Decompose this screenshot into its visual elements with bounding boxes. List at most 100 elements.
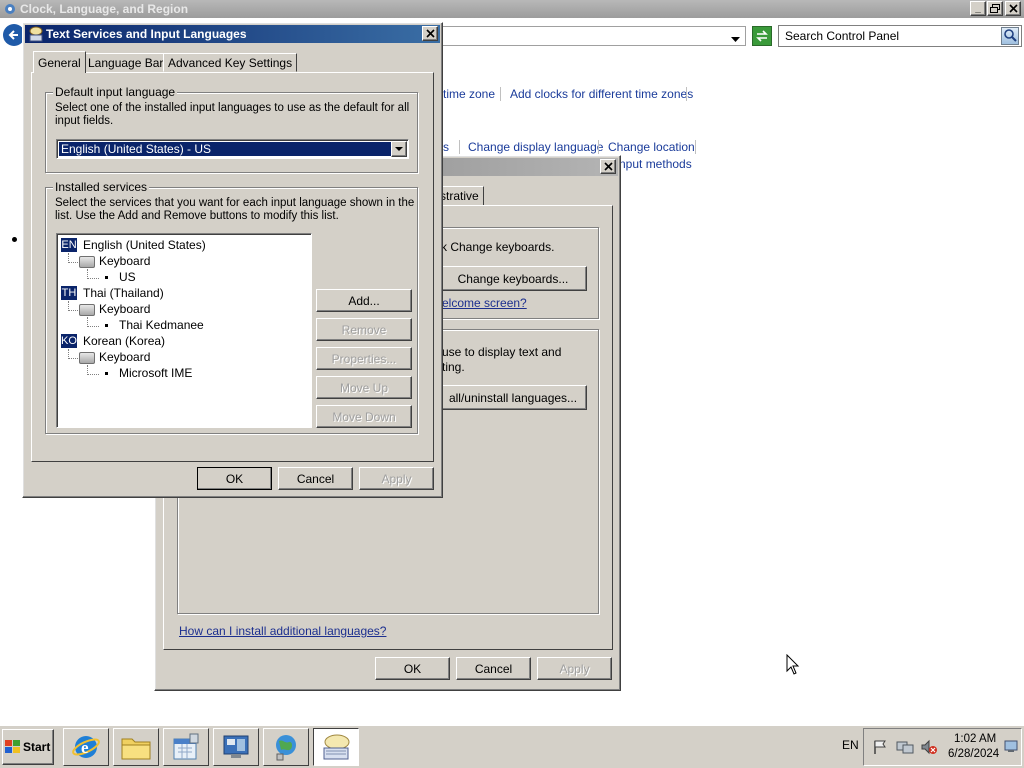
restore-button[interactable] — [987, 1, 1003, 16]
keyboard-language-icon — [323, 734, 350, 760]
ts-dialog-title: Text Services and Input Languages — [46, 27, 247, 41]
install-languages-button[interactable]: all/uninstall languages... — [439, 385, 587, 410]
add-clocks-link[interactable]: Add clocks for different time zones — [510, 87, 693, 101]
tab-advanced-key-settings[interactable]: Advanced Key Settings — [163, 53, 298, 72]
default-language-select[interactable]: English (United States) - US — [56, 139, 409, 159]
installed-services-tree[interactable]: EN English (United States) Keyboard US T… — [56, 233, 312, 428]
network-icon[interactable] — [896, 739, 914, 758]
tree-line — [68, 262, 78, 263]
search-box[interactable]: Search Control Panel — [778, 25, 1022, 47]
region-cancel-button[interactable]: Cancel — [456, 657, 531, 680]
keyboard-icon — [79, 352, 95, 364]
taskbar-explorer[interactable] — [113, 728, 159, 766]
installed-services-group-title: Installed services — [53, 180, 150, 194]
close-button[interactable] — [1005, 1, 1021, 16]
service-label[interactable]: US — [119, 270, 136, 284]
welcome-screen-link[interactable]: elcome screen? — [442, 296, 527, 310]
move-down-button[interactable]: Move Down — [316, 405, 412, 428]
tree-item-ko[interactable]: KO Korean (Korea) — [59, 333, 299, 349]
tab-administrative-label: strative — [440, 189, 479, 203]
category-label: Keyboard — [99, 350, 151, 364]
show-desktop-icon[interactable] — [1004, 739, 1018, 756]
taskbar-text-services[interactable] — [313, 728, 359, 766]
start-button[interactable]: Start — [2, 729, 54, 765]
ts-close-button[interactable] — [422, 26, 438, 41]
tab-general[interactable]: General — [33, 51, 86, 73]
language-name: Thai (Thailand) — [83, 286, 164, 300]
folder-icon — [121, 738, 151, 760]
region-apply-button[interactable]: Apply — [537, 657, 612, 680]
keyboard-app-icon — [28, 26, 44, 42]
properties-button[interactable]: Properties... — [316, 347, 412, 370]
taskbar-calculator[interactable] — [163, 728, 209, 766]
tab-general-label: General — [38, 55, 81, 70]
service-label[interactable]: Thai Kedmanee — [119, 318, 204, 332]
search-icon[interactable] — [1001, 27, 1019, 45]
change-location-link[interactable]: Change location — [608, 140, 695, 154]
minimize-button[interactable]: _ — [970, 1, 986, 16]
dropdown-arrow-button[interactable] — [391, 141, 407, 157]
display-language-text-1: use to display text and — [442, 345, 562, 359]
language-indicator[interactable]: EN — [842, 738, 859, 752]
clock-time[interactable]: 1:02 AM — [954, 733, 996, 745]
region-dialog-close-button[interactable] — [600, 159, 616, 174]
time-zone-link[interactable]: time zone — [443, 87, 495, 101]
search-input[interactable]: Search Control Panel — [785, 29, 899, 43]
ts-cancel-button[interactable]: Cancel — [278, 467, 353, 490]
keyboard-icon — [79, 304, 95, 316]
ts-apply-button[interactable]: Apply — [359, 467, 434, 490]
tab-language-bar[interactable]: Language Bar — [83, 53, 169, 72]
change-keyboards-button[interactable]: Change keyboards... — [439, 266, 587, 291]
link-separator — [500, 87, 501, 101]
keyboards-text: k Change keyboards. — [441, 240, 555, 254]
back-arrow-icon — [8, 30, 18, 40]
install-languages-help-link[interactable]: How can I install additional languages? — [179, 624, 386, 638]
category-label: Keyboard — [99, 302, 151, 316]
remove-button[interactable]: Remove — [316, 318, 412, 341]
tree-line — [68, 310, 78, 311]
link-separator — [459, 140, 460, 154]
start-label: Start — [23, 740, 51, 754]
calendar-icon — [173, 733, 199, 760]
refresh-icon — [756, 30, 768, 42]
language-code-badge: KO — [61, 334, 77, 348]
tab-language-bar-label: Language Bar — [88, 55, 164, 70]
ts-ok-button[interactable]: OK — [197, 467, 272, 490]
region-link-fragment[interactable]: s — [443, 140, 449, 154]
service-label[interactable]: Microsoft IME — [119, 366, 192, 380]
action-center-flag-icon[interactable] — [872, 739, 888, 758]
move-up-button[interactable]: Move Up — [316, 376, 412, 399]
category-label: Keyboard — [99, 254, 151, 268]
taskbar-internet-explorer[interactable]: e — [63, 728, 109, 766]
region-ok-button[interactable]: OK — [375, 657, 450, 680]
language-name: English (United States) — [83, 238, 206, 252]
address-field[interactable] — [440, 26, 746, 46]
volume-muted-icon[interactable] — [920, 739, 938, 758]
server-manager-icon — [223, 735, 249, 758]
default-language-desc: Select one of the installed input langua… — [55, 102, 410, 127]
windows-logo-icon — [5, 740, 20, 753]
change-display-language-link[interactable]: Change display language — [468, 140, 603, 154]
refresh-button[interactable] — [752, 26, 772, 46]
globe-icon — [276, 735, 296, 761]
add-button[interactable]: Add... — [316, 289, 412, 312]
tree-item-en[interactable]: EN English (United States) — [59, 237, 299, 253]
svg-text:e: e — [81, 738, 89, 757]
bullet-dot — [12, 237, 17, 242]
service-bullet — [105, 372, 108, 375]
link-separator — [598, 140, 599, 154]
tree-line — [87, 374, 99, 375]
ts-title-bar: Text Services and Input Languages — [25, 25, 440, 43]
tree-item-th[interactable]: TH Thai (Thailand) — [59, 285, 299, 301]
clock-date[interactable]: 6/28/2024 — [948, 748, 999, 760]
default-language-group-title: Default input language — [53, 85, 178, 99]
text-services-dialog: Text Services and Input Languages Genera… — [22, 22, 443, 498]
taskbar-server-manager[interactable] — [213, 728, 259, 766]
notification-area: 1:02 AM 6/28/2024 — [863, 728, 1022, 766]
taskbar-network[interactable] — [263, 728, 309, 766]
input-methods-link[interactable]: nput methods — [619, 157, 692, 171]
chevron-down-icon — [395, 146, 403, 151]
tab-advanced-label: Advanced Key Settings — [168, 55, 293, 70]
address-dropdown-icon[interactable] — [731, 32, 740, 46]
installed-services-desc: Select the services that you want for ea… — [55, 197, 415, 222]
